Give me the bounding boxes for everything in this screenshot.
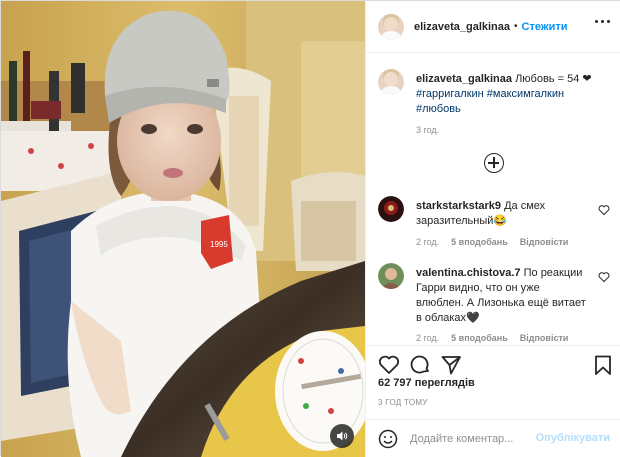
comment-avatar[interactable] [378,263,404,289]
hashtag-link[interactable]: #гарригалкин [416,88,484,100]
follow-button[interactable]: Стежити [522,21,568,33]
instagram-post: 1995 elizaveta_galkinaa • Стежити elizav… [0,0,620,457]
publish-button[interactable]: Опублікувати [536,432,610,444]
more-dots-icon[interactable] [595,20,610,23]
heart-icon[interactable] [378,354,400,376]
post-video[interactable]: 1995 [1,1,365,457]
comment-likes[interactable]: 5 вподобань [451,237,508,247]
post-sidebar: elizaveta_galkinaa • Стежити elizaveta_g… [365,1,620,457]
heart-icon[interactable] [598,204,610,216]
views-count[interactable]: 62 797 переглядів [378,377,475,389]
comment-text: starkstarkstark9 Да смех заразительный😂 [416,199,590,229]
smile-icon[interactable] [378,429,398,449]
comment-text: valentina.chistova.7 По реакции Гарри ви… [416,266,590,326]
comment-username[interactable]: valentina.chistova.7 [416,267,521,279]
post-timestamp[interactable]: 3 ГОД ТОМУ [378,398,428,407]
avatar[interactable] [378,13,404,40]
hashtag-link[interactable]: #любовь [416,103,461,115]
comment-time: 2 год. [416,333,440,343]
send-icon[interactable] [440,354,462,376]
avatar[interactable] [378,69,404,95]
add-comment-bar: Опублікувати [366,419,620,457]
hashtag-link[interactable]: #максимгалкин [487,88,564,100]
reply-button[interactable]: Відповісти [520,237,569,247]
speaker-icon [337,431,348,441]
comment-meta: 2 год. 5 вподобань Відповісти [416,237,568,247]
caption-username[interactable]: elizaveta_galkinaa [416,73,512,85]
caption-body: Любовь = 54 ❤ [515,73,592,85]
comment-meta: 2 год. 5 вподобань Відповісти [416,333,568,343]
author-username[interactable]: elizaveta_galkinaa [414,21,510,33]
sound-toggle-button[interactable] [330,424,354,448]
caption-time: 3 год. [416,125,440,135]
comment-avatar[interactable] [378,196,404,222]
bookmark-icon[interactable] [592,354,614,376]
separator-dot: • [514,21,518,32]
comment-time: 2 год. [416,237,440,247]
reply-button[interactable]: Відповісти [520,333,569,343]
comment-likes[interactable]: 5 вподобань [451,333,508,343]
svg-text:1995: 1995 [210,240,228,249]
comment-input[interactable] [410,432,540,445]
comments-list[interactable]: elizaveta_galkinaa Любовь = 54 ❤ #гарриг… [366,53,620,345]
caption-text: elizaveta_galkinaa Любовь = 54 ❤ #гарриг… [416,72,606,117]
comment-username[interactable]: starkstarkstark9 [416,200,501,212]
comment-icon[interactable] [409,354,431,376]
plus-circle-icon[interactable] [484,153,504,173]
heart-icon[interactable] [598,271,610,283]
post-header: elizaveta_galkinaa • Стежити [366,1,620,53]
video-frame: 1995 [1,1,365,457]
